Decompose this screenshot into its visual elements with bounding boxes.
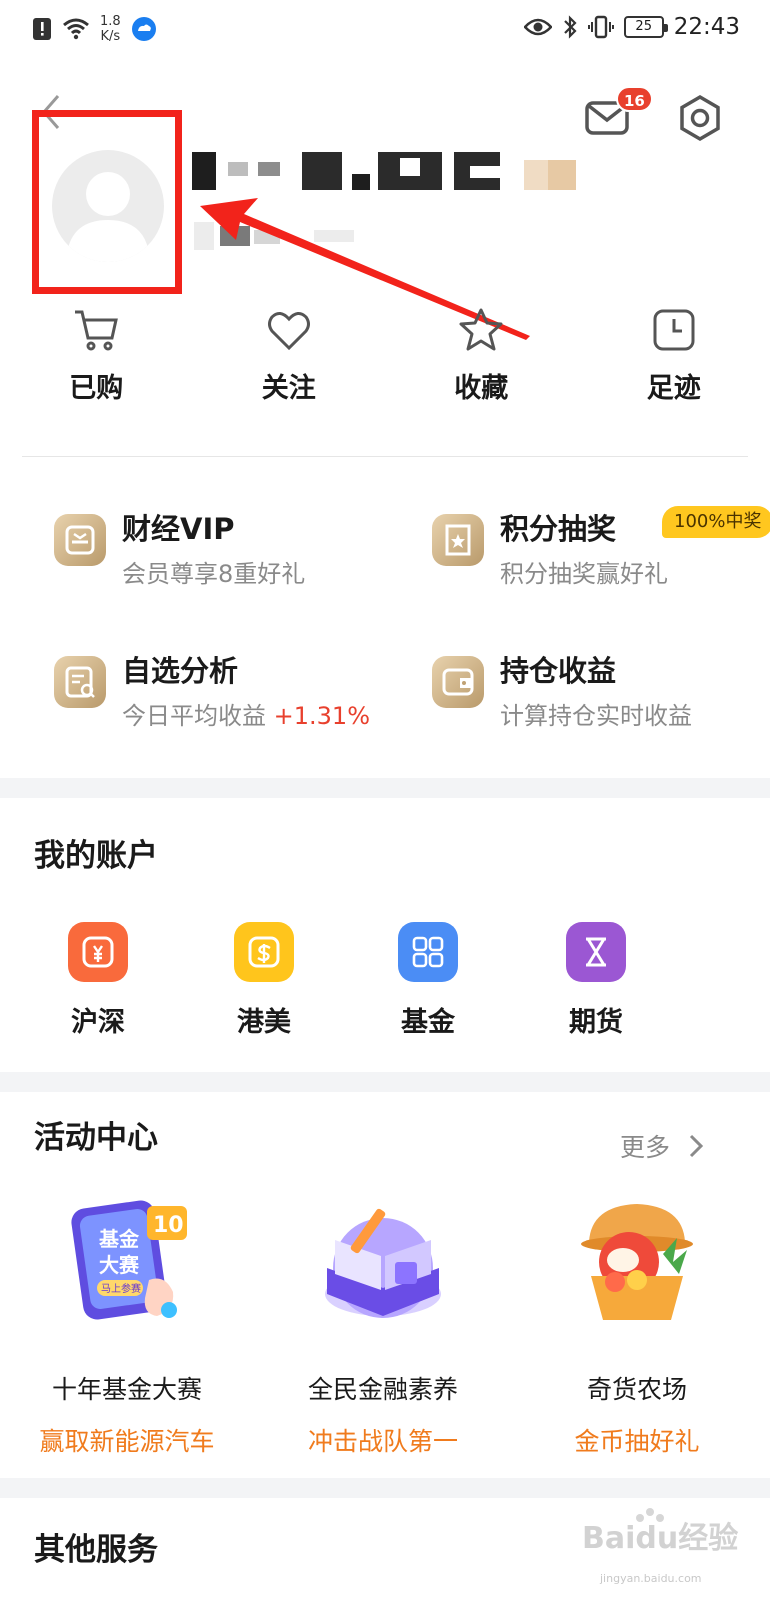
- account-fund[interactable]: 基金: [368, 922, 488, 1039]
- watermark-url: jingyan.baidu.com: [600, 1572, 702, 1585]
- account-label: 港美: [237, 1007, 291, 1038]
- eye-icon: [523, 18, 552, 36]
- service-finance-vip[interactable]: 财经VIP 会员尊享8重好礼: [54, 506, 404, 606]
- prize-badge: 100%中奖: [662, 506, 770, 538]
- quick-item-follow[interactable]: 关注: [193, 306, 386, 416]
- accounts-section-title: 我的账户: [34, 838, 158, 874]
- clock-icon: [653, 309, 695, 351]
- service-subtitle: 积分抽奖赢好礼: [500, 560, 668, 588]
- service-watchlist-analysis[interactable]: 自选分析 今日平均收益 +1.31%: [54, 648, 404, 748]
- average-return-value: +1.31%: [273, 702, 370, 730]
- star-icon: [459, 308, 503, 351]
- divider: [22, 456, 748, 457]
- account-label: 沪深: [71, 1007, 125, 1038]
- svg-text:基金: 基金: [99, 1227, 140, 1251]
- activity-subtitle: 冲击战队第一: [307, 1427, 458, 1456]
- account-futures[interactable]: 期货: [536, 922, 656, 1039]
- quick-item-label: 收藏: [454, 373, 509, 404]
- service-title: 积分抽奖: [500, 512, 617, 546]
- service-subtitle: 会员尊享8重好礼: [122, 560, 306, 588]
- activity-title: 全民金融素养: [307, 1375, 458, 1404]
- activity-financial-literacy[interactable]: 全民金融素养 冲击战队第一: [268, 1198, 498, 1458]
- svg-text:10: 10: [153, 1213, 184, 1238]
- clock-time: 22:43: [673, 14, 740, 40]
- bluetooth-icon: [563, 15, 577, 39]
- fund-grid-icon: [398, 922, 458, 982]
- quick-item-label: 关注: [261, 373, 316, 404]
- username-mosaic: [192, 152, 576, 190]
- yuan-icon: [68, 922, 128, 982]
- activity-subtitle: 赢取新能源汽车: [39, 1427, 215, 1456]
- account-shanghai-shenzhen[interactable]: 沪深: [38, 922, 158, 1039]
- activities-section-title: 活动中心: [34, 1120, 158, 1156]
- section-separator: [0, 778, 770, 798]
- chevron-right-icon: [689, 1134, 704, 1158]
- battery-icon: 25: [623, 16, 668, 38]
- account-label: 期货: [569, 1007, 623, 1038]
- service-holdings-return[interactable]: 持仓收益 计算持仓实时收益: [432, 648, 770, 748]
- service-title: 持仓收益: [500, 654, 617, 688]
- network-speed: 1.8 K/s: [100, 14, 121, 44]
- section-separator: [0, 1478, 770, 1498]
- service-subtitle: 计算持仓实时收益: [500, 702, 692, 730]
- activity-title: 十年基金大赛: [51, 1375, 202, 1404]
- activity-fund-contest[interactable]: 基金 大赛 马上参赛 10 十年基金大赛 赢取新能源汽车: [12, 1198, 242, 1458]
- profile-header: 16: [0, 62, 770, 340]
- vibrate-icon: [587, 15, 614, 39]
- hourglass-icon: [566, 922, 626, 982]
- app-notification-icon: [131, 17, 156, 41]
- quick-actions-row: 已购 关注 收藏 足迹: [0, 306, 770, 416]
- quick-item-history[interactable]: 足迹: [578, 306, 770, 416]
- farm-basket-illustration: [581, 1204, 693, 1320]
- alert-icon: [33, 18, 51, 40]
- avatar-highlight-box: [32, 110, 182, 294]
- account-label: 基金: [401, 1007, 455, 1038]
- service-subtitle: 今日平均收益 +1.31%: [122, 702, 370, 730]
- service-title: 自选分析: [122, 654, 239, 688]
- more-activities-link[interactable]: 更多: [620, 1128, 704, 1164]
- account-hk-us[interactable]: 港美: [204, 922, 324, 1039]
- activity-commodity-farm[interactable]: 奇货农场 金币抽好礼: [522, 1198, 752, 1458]
- analysis-doc-icon: [54, 656, 106, 708]
- wifi-icon: [63, 18, 89, 40]
- other-services-title: 其他服务: [34, 1532, 158, 1568]
- cart-icon: [75, 310, 119, 351]
- vip-card-icon: [54, 514, 106, 566]
- service-title: 财经VIP: [122, 512, 235, 546]
- svg-text:大赛: 大赛: [99, 1253, 140, 1277]
- svg-text:马上参赛: 马上参赛: [101, 1282, 141, 1295]
- heart-icon: [267, 312, 310, 351]
- settings-gear-icon[interactable]: [678, 94, 722, 142]
- dollar-icon: [234, 922, 294, 982]
- quick-item-label: 足迹: [646, 373, 701, 404]
- mail-unread-badge: 16: [616, 86, 653, 112]
- phone-contest-illustration: 基金 大赛 马上参赛 10: [71, 1200, 187, 1320]
- lottery-ticket-icon: [432, 514, 484, 566]
- activity-title: 奇货农场: [586, 1375, 687, 1404]
- quick-item-favorites[interactable]: 收藏: [385, 306, 578, 416]
- wallet-icon: [432, 656, 484, 708]
- baidu-jingyan-watermark: Baidu经验: [582, 1508, 738, 1556]
- book-illustration: [325, 1208, 441, 1318]
- status-bar: 1.8 K/s 25 22:43: [0, 0, 770, 62]
- activity-subtitle: 金币抽好礼: [574, 1427, 700, 1456]
- service-points-lottery[interactable]: 积分抽奖 100%中奖 积分抽奖赢好礼: [432, 506, 770, 606]
- svg-text:Baidu经验: Baidu经验: [582, 1521, 738, 1556]
- quick-item-label: 已购: [69, 373, 124, 404]
- quick-item-purchased[interactable]: 已购: [0, 306, 193, 416]
- section-separator: [0, 1072, 770, 1092]
